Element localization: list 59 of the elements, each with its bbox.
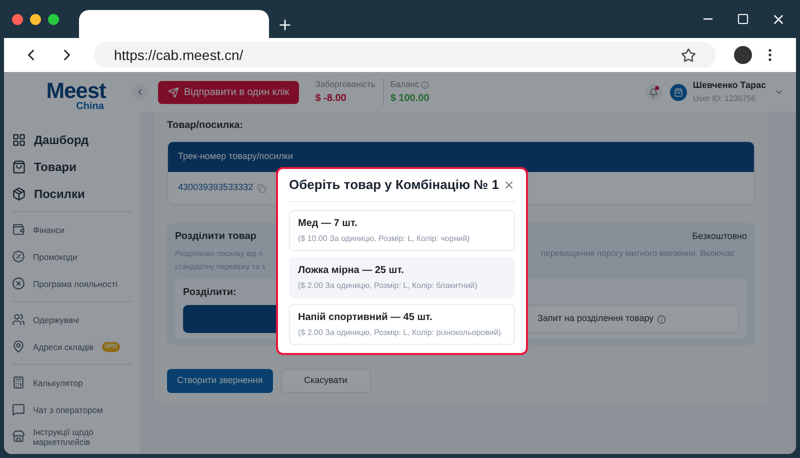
product-option[interactable]: Напій спортивний — 45 шт. ($ 2.00 За одиницю, Розмір: L, Колір: різнокольоровий)	[289, 304, 515, 344]
product-name: Напій спортивний — 45 шт.	[298, 310, 434, 324]
debt-label: Заборгованість	[315, 78, 376, 91]
debt-value: $ -8.00	[315, 92, 348, 106]
logo-subtitle: China	[76, 102, 104, 112]
calculator-icon	[12, 376, 25, 389]
logo-text: Meest	[46, 80, 106, 102]
balance-value: $ 100.00	[390, 92, 430, 106]
sidebar-item[interactable]: Чат з оператором	[12, 396, 132, 423]
avatar-icon	[670, 84, 687, 100]
notification-button[interactable]	[646, 84, 662, 100]
bag-icon	[12, 160, 26, 174]
store-icon	[12, 430, 25, 443]
cancel-button[interactable]: Скасувати	[280, 369, 371, 393]
url-text: https://cab.meest.cn/	[114, 46, 244, 65]
people-icon	[12, 313, 25, 326]
maximize-icon[interactable]	[737, 13, 749, 25]
wallet-icon	[12, 223, 25, 236]
send-icon	[168, 86, 179, 98]
table-header: Трек-номер товару/посилки	[168, 142, 754, 172]
bell-icon	[649, 88, 658, 96]
sidebar-item[interactable]: Інструкції щодо маркетплейсів	[12, 423, 132, 450]
profile-icon[interactable]	[734, 46, 752, 64]
bookmark-star-icon[interactable]	[681, 48, 696, 62]
address-bar[interactable]: https://cab.meest.cn/	[94, 42, 716, 68]
new-tab-icon[interactable]	[277, 17, 293, 33]
sidebar-item[interactable]: Посилки	[12, 180, 132, 207]
product-details: ($ 2.00 За одиницю, Розмір: L, Колір: блакитний)	[298, 280, 478, 292]
track-number[interactable]: 430039393533332	[178, 181, 254, 195]
percent-icon	[12, 250, 25, 263]
split-title: Розділити товар	[175, 230, 256, 244]
product-name: Ложка мірна — 25 шт.	[298, 264, 405, 278]
product-option[interactable]: Ложка мірна — 25 шт. ($ 2.00 За одиницю, Розмір: L, Колір: блакитний)	[289, 256, 515, 298]
create-request-button[interactable]: Створити звернення	[167, 369, 273, 393]
product-option[interactable]: Мед — 7 шт. ($ 10.00 За одиницю, Розмір: L, Колір: чорний)	[289, 210, 515, 250]
box-icon	[12, 186, 26, 200]
circle-x-icon	[12, 277, 25, 290]
sidebar-item[interactable]: Товари	[12, 153, 132, 180]
collapse-button[interactable]	[132, 84, 148, 100]
map-pin-icon	[12, 340, 25, 353]
sidebar-item[interactable]: Калькулятор	[12, 369, 132, 396]
sidebar-item[interactable]: Фінанси	[12, 216, 132, 243]
user-name: Шевченко Тарас	[692, 79, 766, 92]
sidebar-item[interactable]: Дашборд	[12, 126, 132, 153]
modal-title: Оберіть товар у Комбінацію № 1	[289, 176, 499, 194]
send-button[interactable]: Відправити в один клік	[158, 80, 300, 104]
info-icon	[656, 314, 666, 324]
price-text: Безкоштовно	[692, 230, 747, 243]
section-title: Товар/посилка:	[167, 119, 244, 133]
balance-label: Баланс	[390, 78, 420, 91]
sidebar-item[interactable]: Програма лояльності	[12, 270, 132, 297]
chat-icon	[12, 403, 25, 416]
product-details: ($ 10.00 За одиницю, Розмір: L, Колір: чорний)	[298, 232, 471, 244]
user-id: User ID: 1236756	[692, 92, 757, 105]
grid-icon	[12, 132, 26, 146]
sidebar-item[interactable]: Одержувачі	[12, 306, 132, 333]
sidebar-item[interactable]: Промокоди	[12, 243, 132, 270]
product-name: Мед — 7 шт.	[298, 216, 358, 230]
split-label: Розділити:	[183, 286, 236, 300]
